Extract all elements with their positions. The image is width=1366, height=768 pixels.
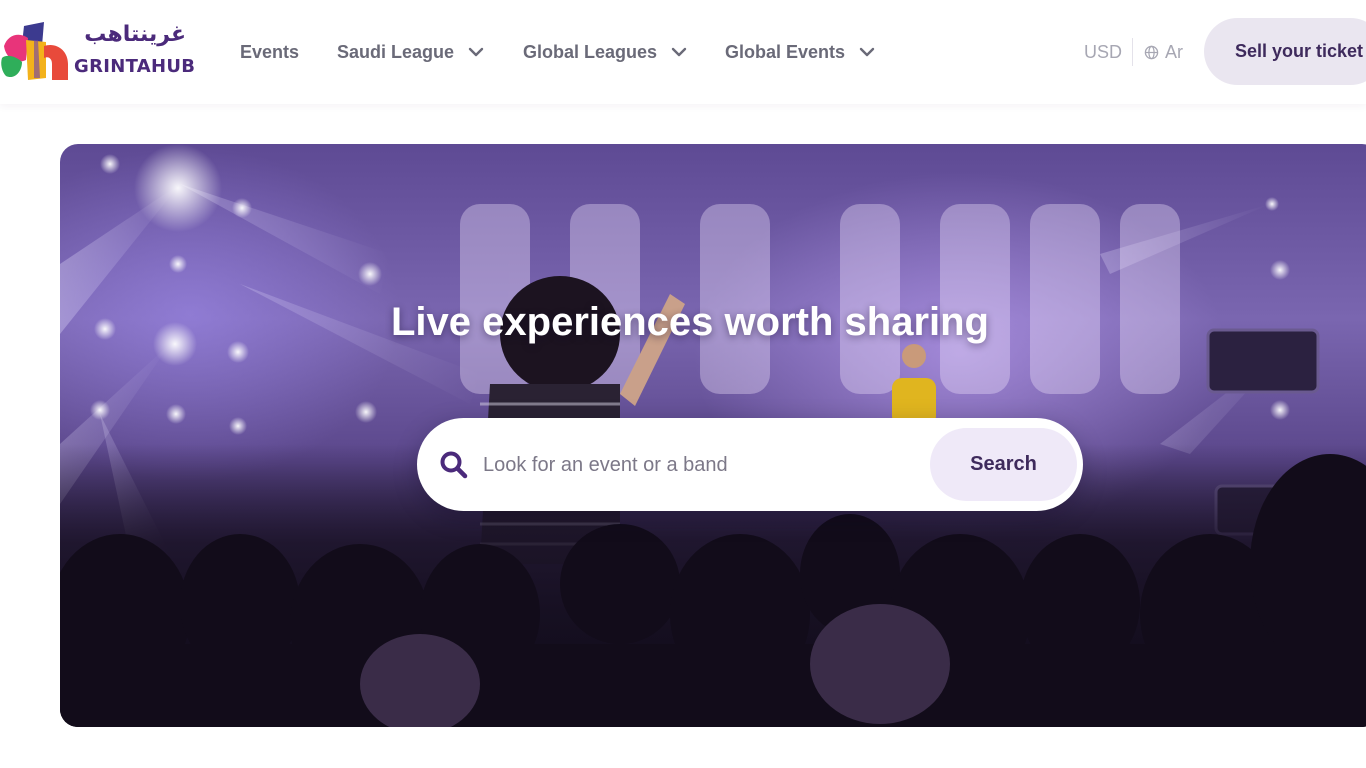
brand-name-arabic: غرينتاهب <box>84 22 186 47</box>
nav-global-events-label: Global Events <box>725 42 846 62</box>
brand-name: GRINTAHUB <box>74 56 196 77</box>
brand-logo[interactable]: غرينتاهب GRINTAHUB <box>0 18 195 84</box>
search-button[interactable]: Search <box>930 428 1077 501</box>
nav-global-events[interactable]: Global Events <box>725 38 875 66</box>
nav-saudi-league-label: Saudi League <box>337 42 455 62</box>
header-divider <box>1132 38 1133 66</box>
search-icon[interactable] <box>439 450 469 480</box>
nav-saudi-league[interactable]: Saudi League <box>337 38 484 66</box>
chevron-down-icon <box>859 47 875 57</box>
language-label: Ar <box>1165 42 1183 62</box>
grintahub-logo-icon <box>1 22 68 80</box>
hero-banner: Live experiences worth sharing Search <box>60 144 1366 727</box>
currency-selector[interactable]: USD <box>1084 38 1122 66</box>
site-header: غرينتاهب GRINTAHUB Events Saudi League G… <box>0 0 1366 104</box>
language-switcher[interactable]: Ar <box>1144 38 1183 66</box>
chevron-down-icon <box>671 47 687 57</box>
globe-icon <box>1144 45 1159 59</box>
hero-title: Live experiences worth sharing <box>391 300 989 344</box>
nav-events-label: Events <box>240 42 300 62</box>
search-bar: Search <box>417 418 1083 511</box>
nav-global-leagues-label: Global Leagues <box>523 42 658 62</box>
nav-events[interactable]: Events <box>240 38 299 66</box>
chevron-down-icon <box>468 47 484 57</box>
sell-ticket-button[interactable]: Sell your ticket <box>1204 18 1366 85</box>
nav-global-leagues[interactable]: Global Leagues <box>523 38 687 66</box>
search-input[interactable] <box>483 446 913 484</box>
